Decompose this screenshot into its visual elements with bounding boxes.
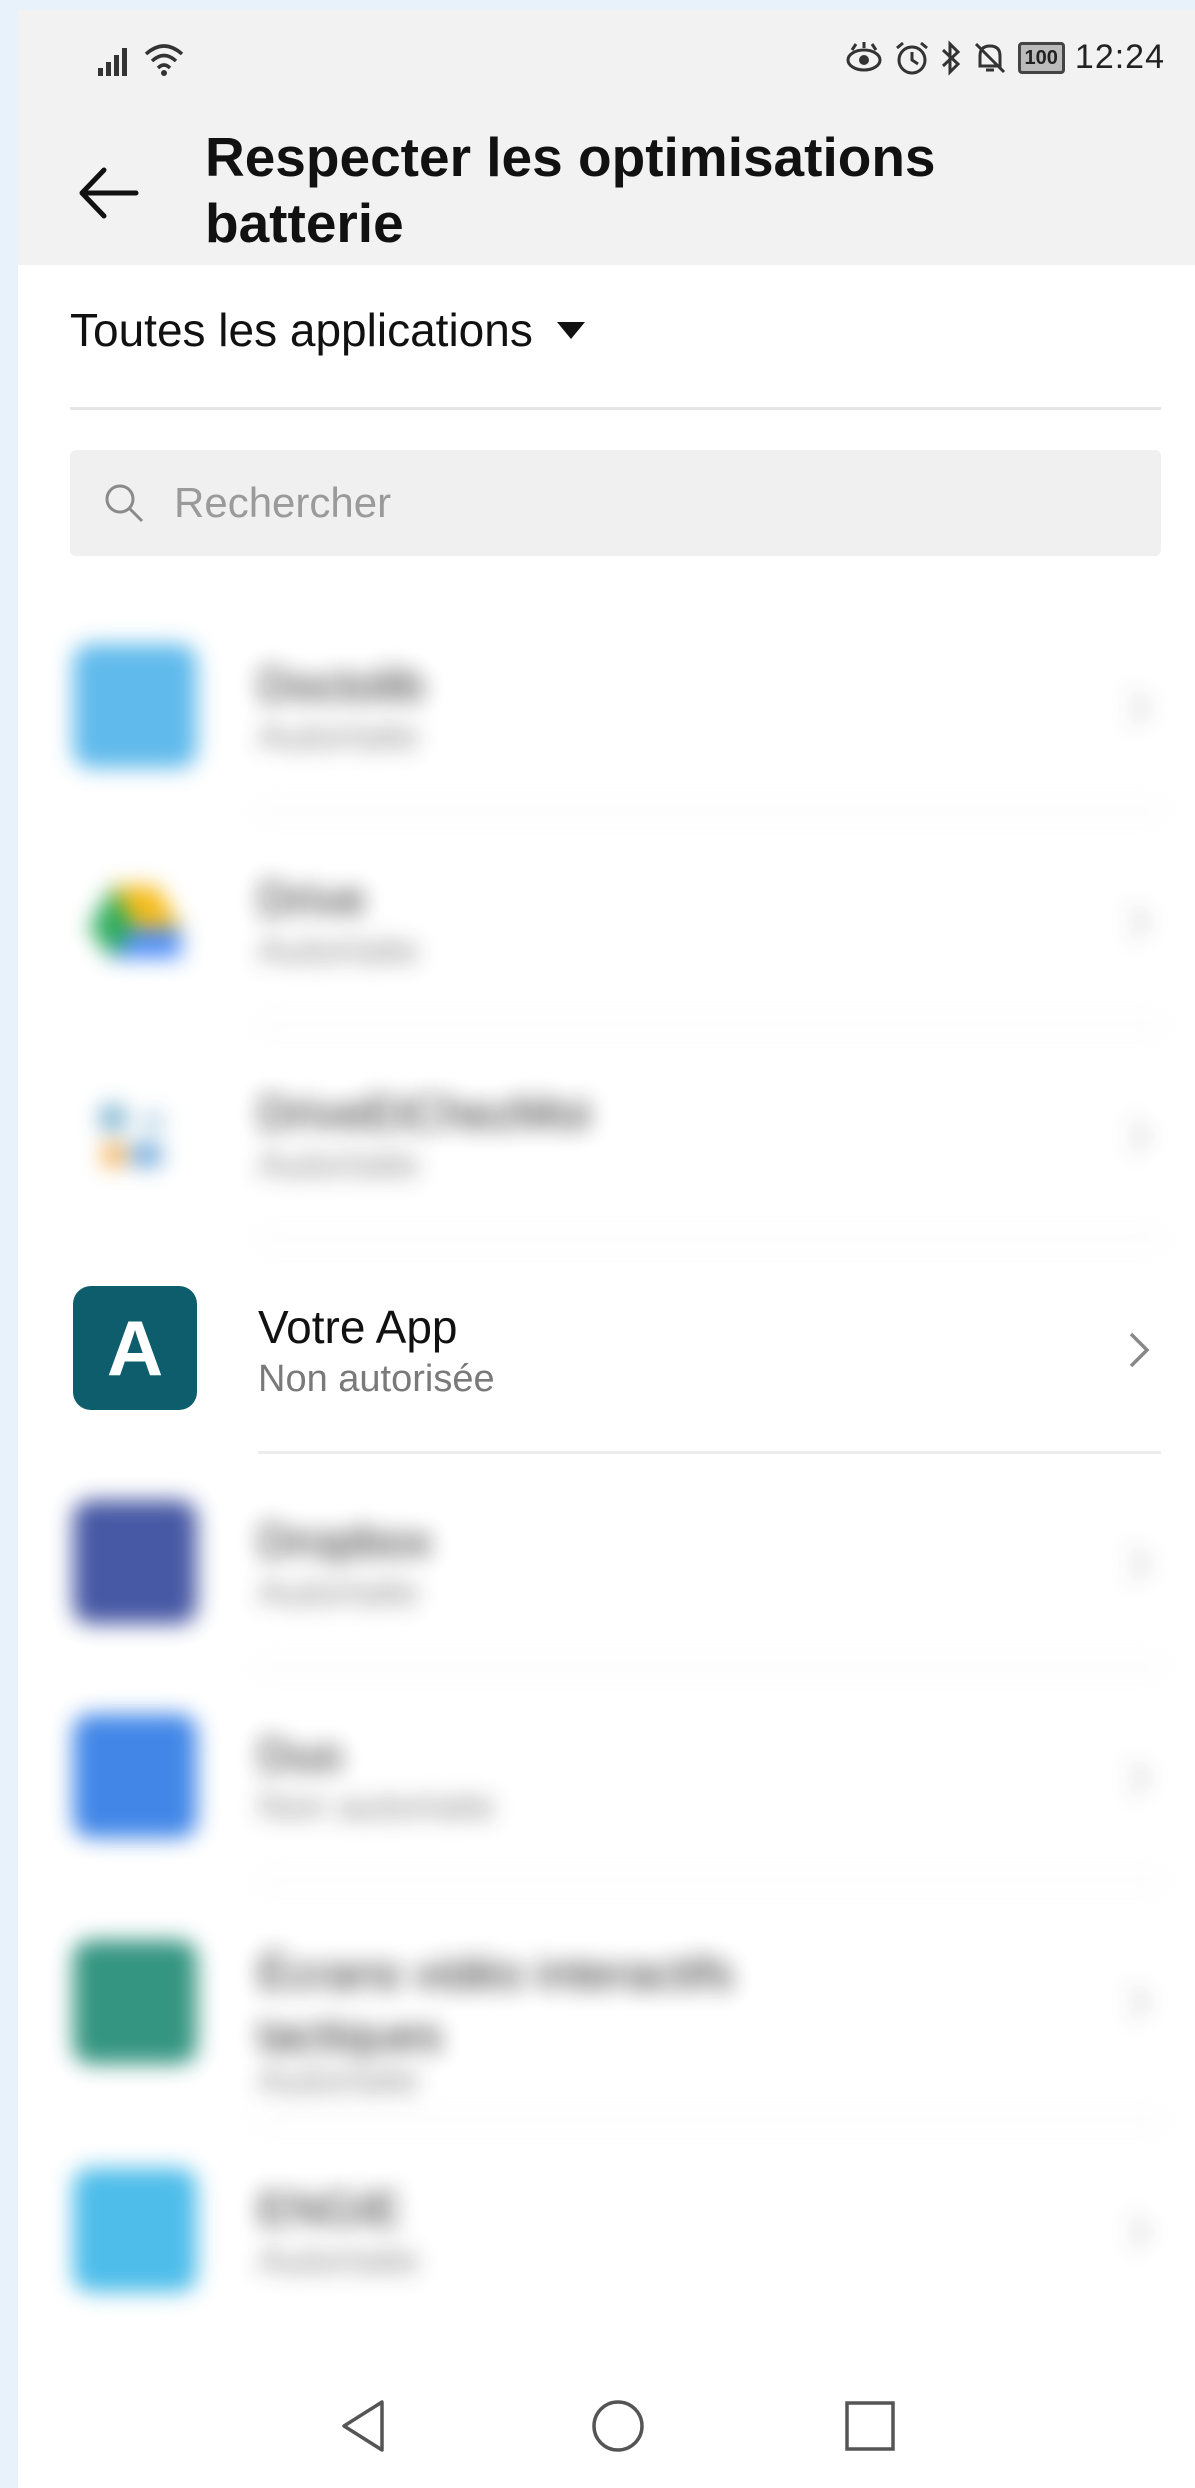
nav-recents-icon[interactable] <box>840 2396 900 2456</box>
signal-icon <box>98 48 127 76</box>
eye-comfort-icon <box>846 41 882 71</box>
list-item[interactable]: Écrans vidéo interactifs tactiques Autor… <box>18 1882 1195 2122</box>
list-item[interactable]: ENGIE Autorisée <box>18 2122 1195 2336</box>
wifi-icon <box>144 44 184 76</box>
app-status: Non autorisée <box>258 1358 495 1400</box>
app-status: Autorisée <box>258 1144 419 1186</box>
filter-label: Toutes les applications <box>70 304 533 356</box>
app-name: Duo <box>258 1729 343 1781</box>
app-icon <box>99 1104 163 1166</box>
app-status: Autorisée <box>258 1572 419 1614</box>
app-status: Autorisée <box>258 2060 419 2102</box>
app-name: Doctolib <box>258 659 425 711</box>
chevron-right-icon <box>1129 1118 1150 1154</box>
nav-home-icon[interactable] <box>588 2396 648 2456</box>
search-icon <box>105 484 144 523</box>
list-item[interactable]: DriveEtChezMoi Autorisée <box>18 1026 1195 1240</box>
search-input[interactable] <box>172 478 1076 528</box>
chevron-right-icon <box>1129 904 1150 940</box>
battery-icon: 100 <box>1017 41 1065 74</box>
app-status: Autorisée <box>258 716 419 758</box>
app-status: Non autorisée <box>258 1786 495 1828</box>
mute-icon <box>974 42 1005 73</box>
app-list: Doctolib Autorisée Drive Autorisée Drive… <box>18 598 1195 2336</box>
status-right: 100 12:24 <box>844 38 1165 77</box>
chevron-right-icon <box>1129 1984 1150 2020</box>
bluetooth-icon <box>941 39 960 76</box>
list-item[interactable]: Dropbox Autorisée <box>18 1454 1195 1668</box>
app-icon: A <box>73 1286 197 1410</box>
navigation-bar <box>18 2368 1195 2488</box>
app-status: Autorisée <box>258 2240 419 2282</box>
chevron-right-icon <box>1129 2214 1150 2250</box>
app-status: Autorisée <box>258 930 419 972</box>
divider <box>70 407 1161 410</box>
list-item[interactable]: Drive Autorisée <box>18 812 1195 1026</box>
app-name: DriveEtChezMoi <box>258 1087 591 1139</box>
app-icon <box>73 1940 197 2064</box>
app-name: Dropbox <box>258 1515 432 1567</box>
page-title: Respecter les optimisations batterie <box>205 126 936 254</box>
app-bar: Respecter les optimisations batterie <box>18 110 1195 265</box>
alarm-icon <box>895 41 928 74</box>
search-bar[interactable] <box>70 450 1161 556</box>
status-bar: 100 12:24 <box>18 10 1195 110</box>
chevron-right-icon <box>1129 690 1150 726</box>
app-icon <box>73 1714 197 1838</box>
screen: 100 12:24 Respecter les optimisations ba… <box>18 10 1195 2488</box>
back-arrow-icon[interactable] <box>74 158 144 228</box>
list-item[interactable]: Duo Non autorisée <box>18 1668 1195 1882</box>
chevron-right-icon <box>1129 1332 1150 1368</box>
chevron-right-icon <box>1129 1546 1150 1582</box>
app-name: Drive <box>258 873 366 925</box>
app-name: Votre App <box>258 1301 458 1353</box>
app-name: Écrans vidéo interactifs tactiques <box>258 1947 734 2061</box>
nav-back-icon[interactable] <box>336 2396 396 2456</box>
app-icon <box>73 644 197 768</box>
dropdown-caret-icon <box>556 321 585 339</box>
app-icon <box>73 2168 197 2292</box>
list-item-votre-app[interactable]: A Votre App Non autorisée <box>18 1240 1195 1454</box>
list-item[interactable]: Doctolib Autorisée <box>18 598 1195 812</box>
app-name: ENGIE <box>258 2183 402 2235</box>
chevron-right-icon <box>1129 1760 1150 1796</box>
status-left <box>98 42 186 76</box>
app-icon <box>73 1500 197 1624</box>
app-icon <box>89 886 181 958</box>
status-time: 12:24 <box>1074 38 1165 76</box>
app-filter-dropdown[interactable]: Toutes les applications <box>70 303 585 357</box>
